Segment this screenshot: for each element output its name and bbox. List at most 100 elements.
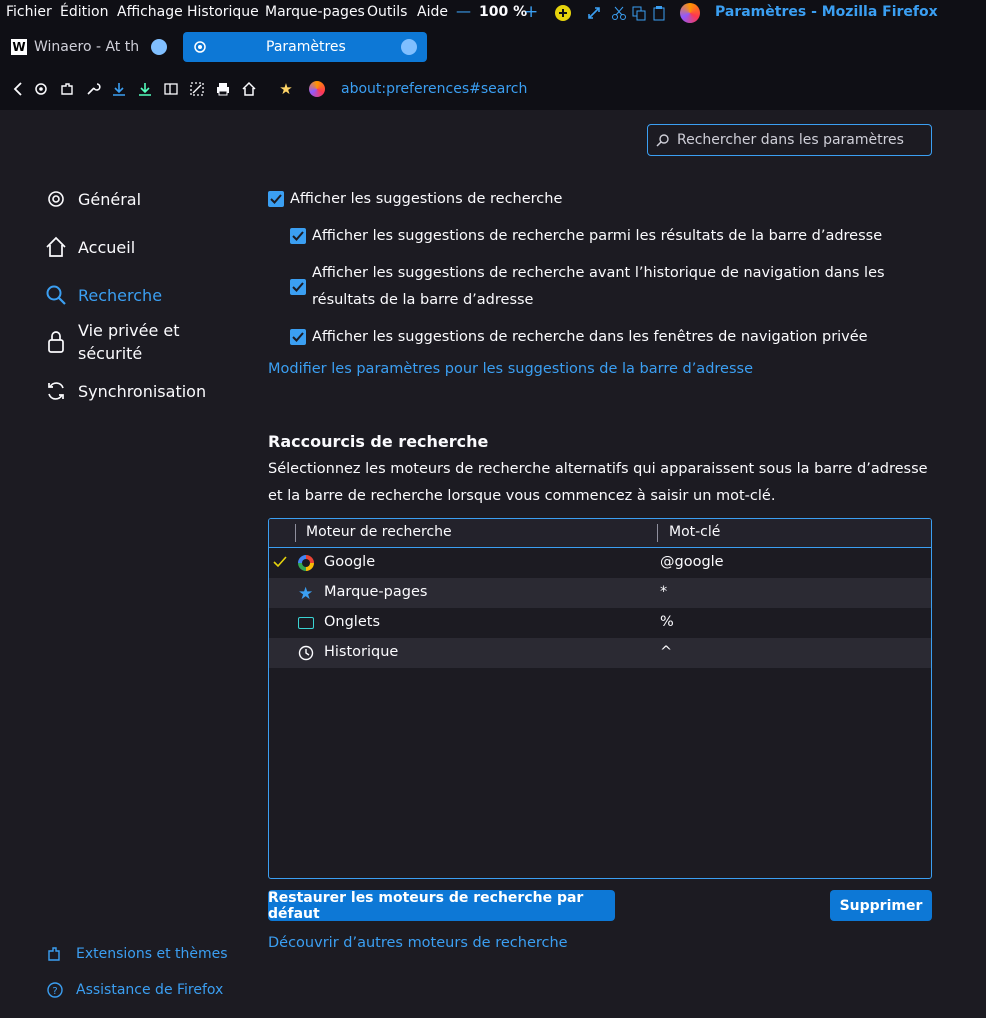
sidebar-foot-label: Assistance de Firefox — [76, 982, 224, 998]
menu-outils[interactable]: Outils — [367, 4, 407, 20]
checkbox-label: Afficher les suggestions de recherche — [290, 191, 563, 207]
clock-icon — [298, 645, 314, 665]
sync-icon — [44, 379, 68, 403]
section-title: Raccourcis de recherche — [268, 432, 489, 451]
delete-button[interactable]: Supprimer — [830, 890, 932, 921]
engine-name: Onglets — [324, 614, 380, 630]
tab-bar: W Winaero - At the Paramètres — [0, 26, 986, 68]
checkbox-row-before-history[interactable]: Afficher les suggestions de recherche av… — [290, 260, 935, 314]
copy-icon[interactable] — [631, 5, 647, 25]
sidebar-foot-label: Extensions et thèmes — [76, 946, 228, 962]
checkbox-row-addressbar[interactable]: Afficher les suggestions de recherche pa… — [290, 223, 882, 250]
sidebar-item-label: Recherche — [78, 285, 163, 305]
column-header-engine[interactable]: Moteur de recherche — [306, 524, 452, 540]
svg-text:?: ? — [52, 986, 57, 997]
menu-marque-pages[interactable]: Marque-pages — [265, 4, 365, 20]
sidebar-item-label: Vie privée et sécurité — [78, 321, 180, 363]
search-icon — [44, 283, 68, 307]
sidebar-help-link[interactable]: ? Assistance de Firefox — [46, 981, 223, 999]
window-title: Paramètres - Mozilla Firefox — [715, 4, 938, 20]
wrench-icon[interactable] — [84, 80, 102, 98]
discover-engines-link[interactable]: Découvrir d’autres moteurs de recherche — [268, 935, 568, 951]
sidebar-icon[interactable] — [162, 80, 180, 98]
addressbar-settings-link[interactable]: Modifier les paramètres pour les suggest… — [268, 361, 753, 377]
menu-fichier[interactable]: Fichier — [6, 4, 52, 20]
menu-bar: Fichier Édition Affichage Historique Mar… — [0, 0, 986, 26]
star-icon: ★ — [298, 584, 314, 604]
lock-icon — [44, 330, 68, 354]
checkbox-label: Afficher les suggestions de recherche da… — [312, 329, 868, 345]
tab-label: Winaero - At the — [34, 39, 139, 55]
home-icon[interactable] — [240, 80, 258, 98]
settings-search-box[interactable] — [647, 124, 932, 156]
table-header: Moteur de recherche Mot-clé — [269, 519, 931, 548]
puzzle-icon — [46, 945, 64, 963]
sidebar-item-recherche[interactable]: Recherche — [44, 283, 162, 307]
checkbox-before-history[interactable] — [290, 279, 306, 295]
checkbox-row-private[interactable]: Afficher les suggestions de recherche da… — [290, 324, 868, 351]
sidebar-item-accueil[interactable]: Accueil — [44, 235, 135, 259]
search-engines-table: Moteur de recherche Mot-clé Google @goog… — [268, 518, 932, 879]
url-bar[interactable]: about:preferences#search — [341, 81, 527, 97]
menu-aide[interactable]: Aide — [417, 4, 448, 20]
menu-affichage[interactable]: Affichage — [117, 4, 183, 20]
downloads-icon[interactable] — [136, 80, 154, 98]
zoom-level[interactable]: 100 % — [479, 4, 527, 20]
extensions-icon[interactable] — [58, 80, 76, 98]
table-row[interactable]: Google @google — [269, 548, 931, 578]
sidebar-item-synchronisation[interactable]: Synchronisation — [44, 379, 206, 403]
print-icon[interactable] — [214, 80, 232, 98]
tab-label: Paramètres — [266, 39, 346, 55]
download-icon[interactable] — [110, 80, 128, 98]
column-header-keyword[interactable]: Mot-clé — [669, 524, 720, 540]
engine-keyword[interactable]: @google — [660, 554, 724, 570]
settings-search-input[interactable] — [675, 131, 929, 149]
column-divider — [295, 524, 296, 542]
back-icon[interactable] — [9, 80, 27, 98]
sidebar-item-label: Synchronisation — [78, 381, 207, 401]
column-divider — [657, 524, 658, 542]
restore-defaults-button[interactable]: Restaurer les moteurs de recherche par d… — [268, 890, 615, 922]
checkmark-icon[interactable] — [273, 556, 287, 572]
menu-historique[interactable]: Historique — [187, 4, 259, 20]
engine-name: Google — [324, 554, 376, 570]
checkbox-suggestions[interactable] — [268, 191, 284, 207]
checkbox-label: Afficher les suggestions de recherche pa… — [312, 228, 883, 244]
checkbox-label: Afficher les suggestions de recherche av… — [312, 265, 885, 308]
checkbox-row-suggestions[interactable]: Afficher les suggestions de recherche — [268, 186, 562, 213]
settings-icon[interactable] — [32, 80, 50, 98]
add-icon[interactable] — [555, 5, 571, 21]
section-description: Sélectionnez les moteurs de recherche al… — [268, 461, 928, 504]
sidebar-item-general[interactable]: Général — [44, 187, 141, 211]
checkbox-addressbar[interactable] — [290, 228, 306, 244]
engine-name: Historique — [324, 644, 399, 660]
menu-edition[interactable]: Édition — [60, 4, 108, 20]
star-icon[interactable]: ★ — [277, 80, 295, 98]
zoom-in-button[interactable]: + — [524, 2, 538, 22]
tab-winaero[interactable]: W Winaero - At the — [8, 32, 178, 62]
firefox-identity-icon — [309, 81, 325, 97]
help-icon: ? — [46, 981, 64, 999]
google-icon — [298, 555, 314, 571]
paste-icon[interactable] — [651, 5, 667, 25]
table-row[interactable]: ★ Marque-pages * — [269, 578, 931, 608]
table-row[interactable]: Historique ^ — [269, 638, 931, 668]
sidebar-extensions-link[interactable]: Extensions et thèmes — [46, 945, 228, 963]
firefox-logo-icon — [680, 3, 700, 23]
cut-icon[interactable] — [611, 5, 627, 25]
container-indicator-icon — [151, 39, 167, 55]
engine-keyword[interactable]: * — [660, 584, 667, 600]
engine-keyword[interactable]: % — [660, 614, 674, 630]
winaero-favicon-icon: W — [11, 39, 27, 55]
table-row[interactable]: Onglets % — [269, 608, 931, 638]
tab-parametres[interactable]: Paramètres — [183, 32, 427, 62]
tab-icon — [298, 617, 314, 629]
sidebar-item-label: Accueil — [78, 237, 136, 257]
engine-keyword[interactable]: ^ — [660, 644, 672, 660]
fullscreen-icon[interactable] — [586, 5, 602, 25]
screenshot-icon[interactable] — [188, 80, 206, 98]
zoom-out-button[interactable]: — — [456, 2, 471, 20]
sidebar-item-vie-privee[interactable]: Vie privée et sécurité — [44, 319, 188, 365]
gear-icon — [44, 187, 68, 211]
checkbox-private[interactable] — [290, 329, 306, 345]
